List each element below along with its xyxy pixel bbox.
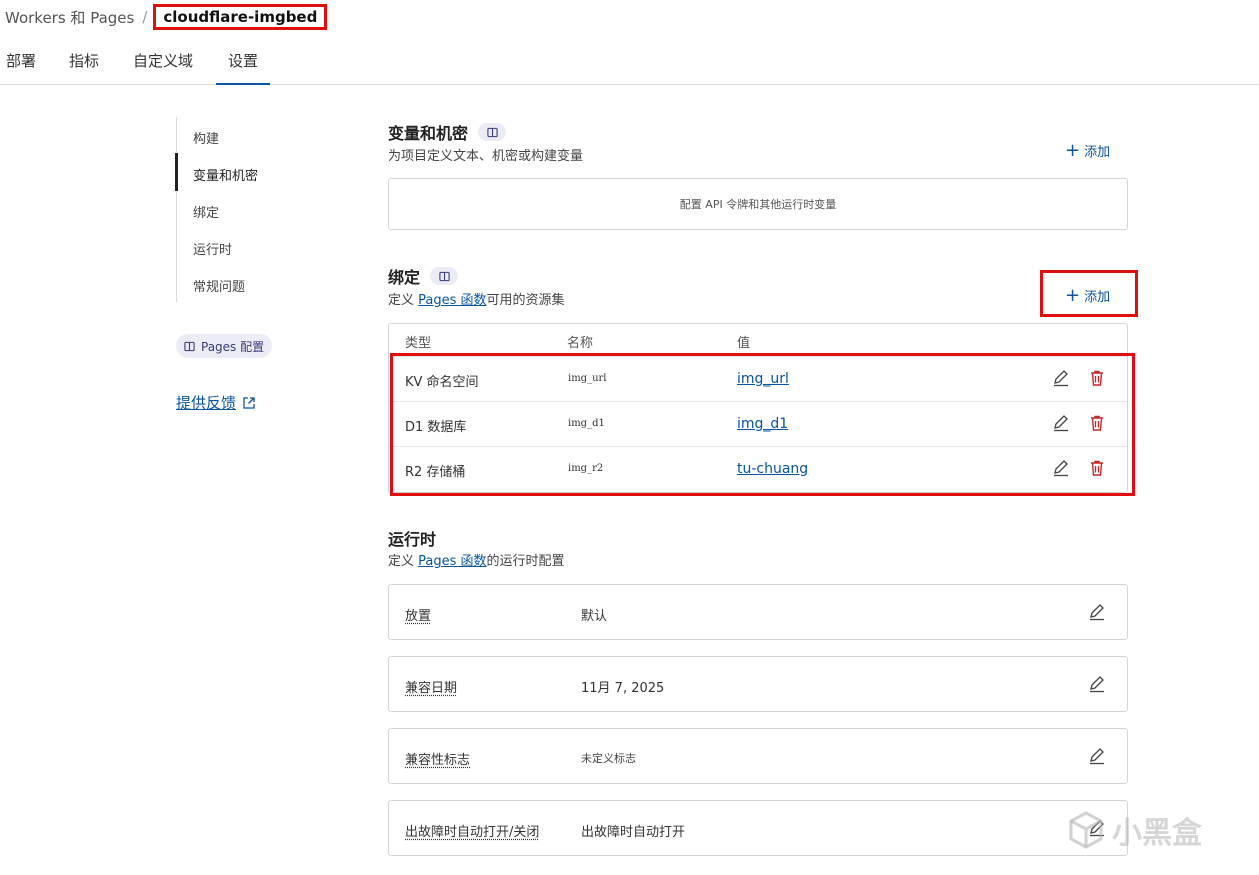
external-link-icon: [243, 396, 255, 409]
runtime-row-compat-flags: 兼容性标志 未定义标志: [388, 728, 1128, 784]
runtime-row-value: 出故障时自动打开: [581, 825, 686, 840]
pages-config-button[interactable]: Pages 配置: [176, 334, 273, 358]
plus-icon: +: [1065, 284, 1081, 306]
variables-section-title: 变量和机密: [388, 120, 507, 144]
runtime-section-title: 运行时: [388, 526, 436, 550]
sidenav-item-bindings[interactable]: 绑定: [193, 202, 219, 221]
page-root: Workers 和 Pages / cloudflare-imgbed 部署 指…: [0, 0, 1259, 875]
edit-pencil-icon[interactable]: [1088, 603, 1106, 621]
runtime-desc-prefix: 定义: [388, 554, 419, 569]
book-icon: [438, 271, 450, 281]
cube-logo-icon: [1069, 811, 1103, 849]
watermark: 小黑盒: [1066, 808, 1202, 852]
column-header-type: 类型: [405, 336, 432, 351]
breadcrumb: Workers 和 Pages / cloudflare-imgbed: [5, 4, 328, 30]
add-binding-button[interactable]: + 添加: [1065, 286, 1110, 305]
bindings-desc-suffix: 可用的资源集: [486, 293, 565, 308]
bindings-desc-prefix: 定义: [388, 293, 419, 308]
column-header-value: 值: [737, 336, 751, 351]
variables-title: 变量和机密: [388, 124, 469, 143]
runtime-row-label: 出故障时自动打开/关闭: [405, 825, 540, 840]
runtime-row-compat-date: 兼容日期 11月 7, 2025: [388, 656, 1128, 712]
runtime-row-value: 未定义标志: [581, 752, 636, 765]
bindings-title: 绑定: [388, 268, 421, 287]
docs-badge[interactable]: [478, 123, 507, 141]
breadcrumb-current: cloudflare-imgbed: [153, 4, 328, 30]
add-variable-button[interactable]: + 添加: [1065, 141, 1110, 160]
runtime-row-value: 11月 7, 2025: [581, 681, 665, 696]
variables-empty-text: 配置 API 令牌和其他运行时变量: [679, 198, 837, 211]
runtime-desc-suffix: 的运行时配置: [486, 554, 565, 569]
add-binding-label: 添加: [1084, 290, 1111, 305]
runtime-row-label: 放置: [405, 609, 432, 624]
tab-custom-domains[interactable]: 自定义域: [133, 50, 193, 71]
book-icon: [486, 127, 498, 137]
highlight-box: [390, 353, 1135, 496]
sidenav-item-general[interactable]: 常规问题: [193, 276, 245, 295]
plus-icon: +: [1065, 139, 1081, 161]
runtime-title: 运行时: [388, 530, 437, 549]
pages-functions-link[interactable]: Pages 函数: [418, 293, 486, 308]
runtime-row-placement: 放置 默认: [388, 584, 1128, 640]
column-header-name: 名称: [567, 336, 594, 351]
runtime-description: 定义 Pages 函数的运行时配置: [388, 550, 565, 569]
variables-empty-state: 配置 API 令牌和其他运行时变量: [388, 178, 1128, 230]
bindings-description: 定义 Pages 函数可用的资源集: [388, 289, 565, 308]
bindings-section-title: 绑定: [388, 264, 459, 288]
settings-sidenav: 构建 变量和机密 绑定 运行时 常规问题: [175, 117, 296, 302]
runtime-row-label: 兼容日期: [405, 681, 458, 696]
runtime-row-value: 默认: [581, 609, 608, 624]
add-variable-label: 添加: [1084, 145, 1111, 160]
pages-functions-link[interactable]: Pages 函数: [418, 554, 486, 569]
breadcrumb-parent[interactable]: Workers 和 Pages: [5, 7, 134, 28]
variables-description: 为项目定义文本、机密或构建变量: [388, 149, 584, 164]
tab-metrics[interactable]: 指标: [69, 50, 99, 71]
runtime-row-label: 兼容性标志: [405, 753, 471, 768]
edit-pencil-icon[interactable]: [1088, 675, 1106, 693]
runtime-row-fail-open: 出故障时自动打开/关闭 出故障时自动打开: [388, 800, 1128, 856]
sidenav-item-variables[interactable]: 变量和机密: [193, 165, 258, 184]
edit-pencil-icon[interactable]: [1088, 747, 1106, 765]
feedback-link[interactable]: 提供反馈: [176, 392, 256, 413]
tab-deployments[interactable]: 部署: [6, 50, 36, 71]
sidenav-active-marker: [175, 153, 178, 191]
feedback-label: 提供反馈: [176, 394, 237, 412]
pages-config-label: Pages 配置: [201, 339, 265, 354]
sidenav-item-runtime[interactable]: 运行时: [193, 239, 232, 258]
sidenav-item-build[interactable]: 构建: [193, 128, 219, 147]
tab-bar: 部署 指标 自定义域 设置: [0, 38, 1259, 85]
docs-badge[interactable]: [430, 267, 459, 285]
watermark-text: 小黑盒: [1112, 816, 1202, 851]
tab-settings[interactable]: 设置: [215, 50, 271, 85]
breadcrumb-separator: /: [142, 8, 148, 26]
book-icon: [184, 341, 195, 351]
